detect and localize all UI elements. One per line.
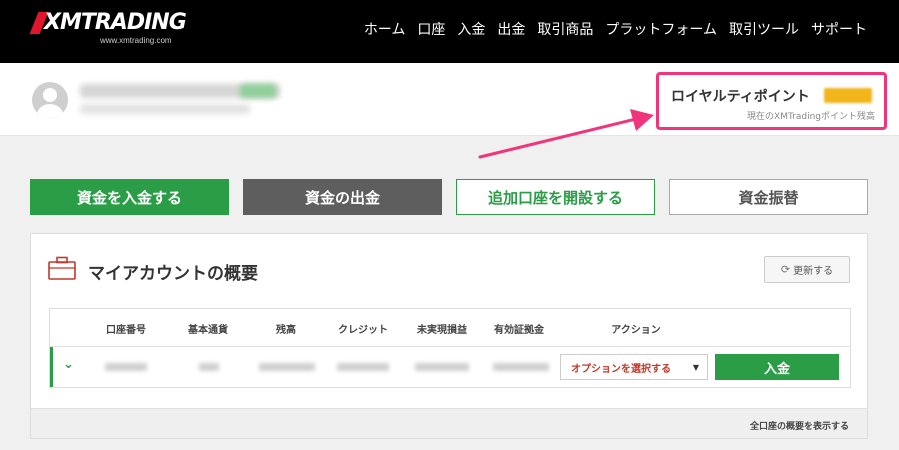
nav-account[interactable]: 口座 xyxy=(417,19,445,39)
avatar xyxy=(32,82,68,118)
loyalty-title: ロイヤルティポイント xyxy=(671,89,810,105)
loyalty-points-box[interactable]: ロイヤルティポイント 現在のXMTradingポイント残高 xyxy=(656,72,887,130)
row-deposit-button[interactable]: 入金 xyxy=(715,354,839,380)
loyalty-subtitle: 現在のXMTradingポイント残高 xyxy=(747,112,875,122)
view-all-accounts-link[interactable]: 全口座の概要を表示する xyxy=(750,419,849,432)
action-select[interactable]: オプションを選択する ▼ xyxy=(560,354,708,380)
nav-instruments[interactable]: 取引商品 xyxy=(537,19,593,39)
xmtrading-logo[interactable]: XMTRADING www.xmtrading.com xyxy=(29,9,187,45)
panel-footer: 全口座の概要を表示する xyxy=(31,408,867,438)
refresh-label: 更新する xyxy=(793,266,834,277)
deposit-funds-button[interactable]: 資金を入金する xyxy=(30,179,229,215)
withdraw-funds-button[interactable]: 資金の出金 xyxy=(243,179,442,215)
accounts-table: 口座番号 基本通貨 残高 クレジット 未実現損益 有効証拠金 アクション ⌄ オ… xyxy=(49,308,851,388)
avatar-torso-shape xyxy=(37,104,63,118)
avatar-head-shape xyxy=(43,88,57,102)
account-number-redacted xyxy=(105,363,147,371)
transfer-funds-button[interactable]: 資金振替 xyxy=(669,179,868,215)
refresh-button[interactable]: ⟳ 更新する xyxy=(764,256,850,283)
nav-support[interactable]: サポート xyxy=(811,19,867,39)
caret-down-icon: ▼ xyxy=(692,363,699,372)
action-select-label: オプションを選択する xyxy=(571,363,671,375)
user-detail-redacted xyxy=(80,104,250,114)
open-additional-account-button[interactable]: 追加口座を開設する xyxy=(456,179,655,215)
refresh-icon: ⟳ xyxy=(780,263,791,276)
nav-platform[interactable]: プラットフォーム xyxy=(605,19,717,39)
table-header: 口座番号 基本通貨 残高 クレジット 未実現損益 有効証拠金 アクション xyxy=(50,309,850,347)
briefcase-icon xyxy=(48,256,76,280)
top-navbar: XMTRADING www.xmtrading.com ホーム 口座 入金 出金… xyxy=(0,0,899,63)
col-equity: 有効証拠金 xyxy=(494,325,544,336)
chevron-down-icon[interactable]: ⌄ xyxy=(63,357,74,372)
table-row[interactable]: ⌄ オプションを選択する ▼ 入金 xyxy=(50,347,850,387)
nav-tools[interactable]: 取引ツール xyxy=(729,19,799,39)
account-overview-panel: マイアカウントの概要 ⟳ 更新する 口座番号 基本通貨 残高 クレジット 未実現… xyxy=(30,233,868,439)
panel-title: マイアカウントの概要 xyxy=(88,264,258,284)
col-unrealized-pnl: 未実現損益 xyxy=(417,325,467,336)
loyalty-points-value-redacted xyxy=(824,88,872,103)
col-action: アクション xyxy=(611,325,661,336)
nav-home[interactable]: ホーム xyxy=(364,19,406,39)
col-account-number: 口座番号 xyxy=(106,325,146,336)
nav-deposit[interactable]: 入金 xyxy=(457,19,485,39)
credit-redacted xyxy=(337,363,389,371)
balance-redacted xyxy=(259,363,315,371)
annotation-arrow-icon xyxy=(478,109,654,159)
logo-text: XMTRADING xyxy=(44,10,187,35)
equity-redacted xyxy=(493,363,549,371)
main-nav: ホーム 口座 入金 出金 取引商品 プラットフォーム 取引ツール サポート xyxy=(364,19,867,39)
user-status-redacted xyxy=(240,84,276,98)
logo-url: www.xmtrading.com xyxy=(100,36,172,45)
currency-redacted xyxy=(199,363,219,371)
col-base-currency: 基本通貨 xyxy=(188,325,228,336)
col-credit: クレジット xyxy=(338,325,388,336)
col-balance: 残高 xyxy=(276,325,296,336)
nav-withdraw[interactable]: 出金 xyxy=(497,19,525,39)
unrealized-pnl-redacted xyxy=(415,363,469,371)
